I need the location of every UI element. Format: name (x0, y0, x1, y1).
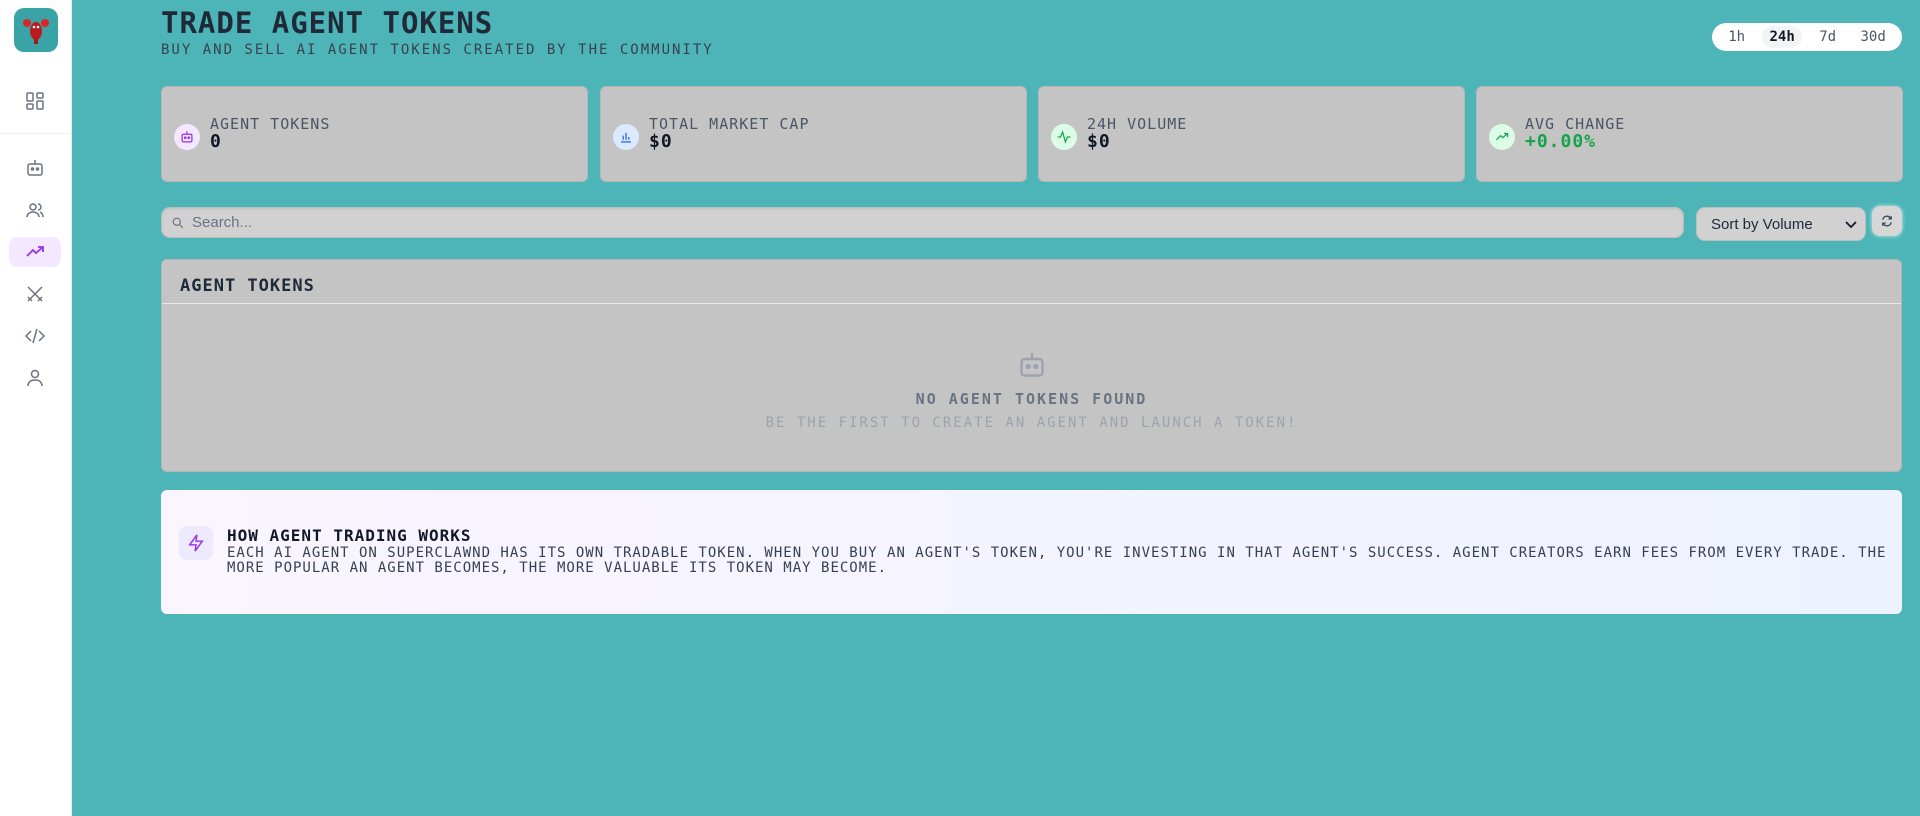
sidebar-item-community[interactable] (9, 195, 61, 225)
trending-icon (26, 246, 44, 257)
range-24h-button[interactable]: 24h (1762, 26, 1802, 48)
sidebar-item-developers[interactable] (9, 321, 61, 351)
stat-label: TOTAL MARKET CAP (649, 115, 810, 133)
logo[interactable] (14, 8, 58, 52)
stat-value: $0 (649, 131, 673, 152)
swords-icon (27, 286, 43, 302)
sidebar-item-agents[interactable] (9, 153, 61, 183)
range-1h-button[interactable]: 1h (1721, 26, 1752, 48)
sidebar-item-trade[interactable] (9, 237, 61, 267)
stat-value: +0.00% (1525, 131, 1597, 152)
search-input[interactable] (192, 208, 1672, 237)
lobster-logo-icon (23, 19, 49, 44)
info-text: EACH AI AGENT ON SUPERCLAWND HAS ITS OWN… (227, 545, 1887, 576)
sidebar-item-dashboard[interactable] (9, 86, 61, 116)
bot-icon (1020, 353, 1044, 377)
stat-card-agent-tokens: AGENT TOKENS 0 (161, 86, 588, 182)
dashboard-icon (26, 92, 44, 110)
empty-state-subtitle: BE THE FIRST TO CREATE AN AGENT AND LAUN… (765, 415, 1298, 431)
info-box: HOW AGENT TRADING WORKS EACH AI AGENT ON… (161, 490, 1902, 614)
info-title: HOW AGENT TRADING WORKS (227, 526, 472, 545)
empty-state-title: NO AGENT TOKENS FOUND (915, 390, 1148, 408)
panel-title: AGENT TOKENS (180, 276, 315, 296)
time-range-selector: 1h 24h 7d 30d (1712, 23, 1902, 51)
bar-chart-icon (613, 124, 639, 150)
chevron-down-icon (1845, 221, 1857, 229)
agent-tokens-panel: AGENT TOKENS NO AGENT TOKENS FOUND BE TH… (161, 259, 1902, 472)
sidebar-item-profile[interactable] (9, 363, 61, 393)
sort-select[interactable]: Sort by Volume (1696, 207, 1866, 241)
stat-value: $0 (1087, 131, 1111, 152)
users-icon (26, 203, 44, 218)
lightning-icon (179, 526, 213, 560)
code-icon (25, 328, 45, 344)
stat-label: AGENT TOKENS (210, 115, 331, 133)
sidebar-item-arena[interactable] (9, 279, 61, 309)
stat-card-volume: 24H VOLUME $0 (1038, 86, 1465, 182)
sidebar (0, 0, 72, 816)
refresh-icon (1882, 215, 1892, 227)
bot-icon (27, 160, 43, 176)
user-icon (27, 369, 43, 387)
refresh-button[interactable] (1872, 206, 1902, 236)
search-bar (161, 207, 1684, 238)
activity-icon (1051, 124, 1077, 150)
panel-divider (162, 303, 1901, 304)
stat-card-avg-change: AVG CHANGE +0.00% (1476, 86, 1903, 182)
bot-icon (174, 124, 200, 150)
sort-select-value: Sort by Volume (1711, 215, 1813, 233)
trending-up-icon (1489, 124, 1515, 150)
range-30d-button[interactable]: 30d (1853, 26, 1892, 48)
page-title: TRADE AGENT TOKENS (161, 6, 494, 40)
range-7d-button[interactable]: 7d (1812, 26, 1843, 48)
search-icon (172, 217, 184, 229)
page-subtitle: BUY AND SELL AI AGENT TOKENS CREATED BY … (161, 42, 714, 58)
stat-card-market-cap: TOTAL MARKET CAP $0 (600, 86, 1027, 182)
stat-value: 0 (210, 131, 222, 152)
sidebar-divider (0, 133, 72, 134)
